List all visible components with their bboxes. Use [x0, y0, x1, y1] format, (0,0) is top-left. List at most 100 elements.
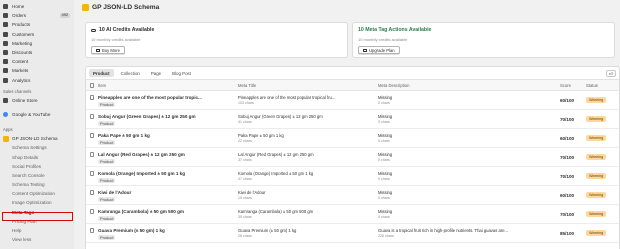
- sidebar-item-google-youtube[interactable]: Google & YouTube: [0, 110, 74, 119]
- table-row[interactable]: Kiwi de l'Adour Product Kiwi de l'Adour 15 …: [86, 186, 619, 205]
- item-name[interactable]: Guava Premium (± 50 gm) 1 kg: [98, 228, 228, 233]
- header-meta-description: Meta Description: [378, 82, 410, 88]
- sidebar-subitem-pricing-plan[interactable]: Pricing Plan: [0, 217, 74, 226]
- table-row[interactable]: Pineapples are one of the most popular t…: [86, 91, 619, 110]
- select-all-checkbox[interactable]: [89, 83, 95, 88]
- status-badge: Warning: [586, 134, 607, 141]
- meta-tag-actions-subtitle: 10 monthly credits available: [358, 37, 408, 42]
- table-row[interactable]: Guava Premium (± 50 gm) 1 kg Product Guava…: [86, 224, 619, 243]
- sidebar-subitem-schema-testing[interactable]: Schema Testing: [0, 180, 74, 189]
- sidebar-item-analytics[interactable]: Analytics: [0, 76, 74, 85]
- table-row[interactable]: Komola (Orange) Imported ± 50 gm 1 kg Pro…: [86, 167, 619, 186]
- sidebar-item-home[interactable]: Home: [0, 2, 74, 11]
- sidebar-item-markets[interactable]: Markets: [0, 66, 74, 75]
- sidebar-item-discounts[interactable]: Discounts: [0, 48, 74, 57]
- ai-credits-title: 10 AI Credits Available: [99, 27, 155, 33]
- meta-description-chars: 0 chars: [378, 158, 390, 162]
- status-badge: Warning: [586, 96, 607, 103]
- score-value: 85/100: [560, 230, 575, 236]
- row-checkbox[interactable]: [89, 228, 95, 233]
- sidebar-subitem-content-optimization[interactable]: Content Optimization: [0, 189, 74, 198]
- meta-description-value: Missing: [378, 208, 393, 214]
- link-icon: [91, 28, 96, 32]
- meta-description-chars: 0 chars: [378, 139, 390, 143]
- meta-description-chars: 0 chars: [378, 177, 390, 181]
- item-type-tag: Product: [98, 234, 116, 240]
- status-badge: Warning: [586, 229, 607, 236]
- meta-title-value: Komola (Orange) Imported ± 50 gm 1 kg: [238, 170, 314, 176]
- header-status: Status: [586, 82, 598, 88]
- buy-more-button[interactable]: Buy More: [91, 46, 125, 54]
- search-filter-button[interactable]: ⌕ ≡: [606, 70, 616, 77]
- table-row[interactable]: Paka Pape ± 50 gm 1 kg Product Paka Pape ±…: [86, 129, 619, 148]
- meta-title-chars: 37 chars: [238, 177, 252, 181]
- meta-description-value: Missing: [378, 132, 393, 138]
- sidebar-item-orders[interactable]: Orders 492: [0, 11, 74, 20]
- sidebar-subitem-view-less[interactable]: View less: [0, 235, 74, 244]
- meta-title-chars: 22 chars: [238, 139, 252, 143]
- ai-credits-subtitle: 10 monthly credits available: [91, 37, 141, 42]
- status-badge: Warning: [586, 115, 607, 122]
- sidebar-item-content[interactable]: Content: [0, 57, 74, 66]
- meta-title-chars: 41 chars: [238, 120, 252, 124]
- tab-collection[interactable]: Collection: [117, 69, 144, 77]
- tab-blog-post[interactable]: Blog Post: [168, 69, 195, 77]
- sidebar: Home Orders 492 Products Customers Marketing D…: [0, 0, 74, 249]
- meta-description-value: Missing: [378, 189, 393, 195]
- table-row[interactable]: Sobuj Angur (Green Grapes) ± 12 gm 250 g…: [86, 110, 619, 129]
- meta-description-value: Missing: [378, 170, 393, 176]
- row-checkbox[interactable]: [89, 95, 95, 100]
- sidebar-subitem-meta-tags[interactable]: Meta Tags: [0, 208, 74, 217]
- sidebar-item-online-store[interactable]: Online Store: [0, 96, 74, 105]
- meta-title-chars: 15 chars: [238, 196, 252, 200]
- sidebar-subitem-shop-details[interactable]: Shop Details: [0, 152, 74, 161]
- row-checkbox[interactable]: [89, 171, 95, 176]
- sidebar-subitem-search-console[interactable]: Search Console: [0, 171, 74, 180]
- item-name[interactable]: Pineapples are one of the most popular t…: [98, 95, 228, 100]
- resource-tabs: Product Collection Page Blog Post ⌕ ≡: [86, 67, 619, 80]
- item-type-tag: Product: [98, 101, 116, 107]
- sidebar-item-app[interactable]: GP JSON-LD Schema: [0, 134, 74, 143]
- row-checkbox[interactable]: [89, 114, 95, 119]
- meta-tag-actions-card: 10 Meta Tag Actions Available 10 monthly…: [352, 22, 615, 58]
- item-type-tag: Product: [98, 158, 116, 164]
- app-logo-icon: [3, 135, 9, 142]
- item-name[interactable]: Kamranga (Carambola) ± 50 gm 500 gm: [98, 209, 228, 214]
- row-checkbox[interactable]: [89, 190, 95, 195]
- meta-tags-table-card: Product Collection Page Blog Post ⌕ ≡ Ite…: [85, 66, 620, 249]
- sidebar-item-marketing[interactable]: Marketing: [0, 39, 74, 48]
- table-row[interactable]: Kamranga (Carambola) ± 50 gm 500 gm Produ…: [86, 205, 619, 224]
- meta-description-chars: 0 chars: [378, 196, 390, 200]
- table-header: Item Meta Title Meta Description Score S…: [86, 80, 619, 91]
- row-checkbox[interactable]: [89, 209, 95, 214]
- score-value: 60/100: [560, 192, 575, 198]
- upgrade-plan-button[interactable]: Upgrade Plan: [358, 46, 400, 54]
- row-checkbox[interactable]: [89, 133, 95, 138]
- meta-title-value: Lal Angur (Red Grapes) ± 12 gm 250 gm: [238, 151, 314, 157]
- status-badge: Warning: [586, 210, 607, 217]
- sidebar-subitem-help[interactable]: Help: [0, 226, 74, 235]
- credits-cards: 10 AI Credits Available 10 monthly credi…: [85, 22, 615, 58]
- meta-title-chars: 103 chars: [238, 101, 254, 105]
- sidebar-subitem-schema-settings[interactable]: Schema Settings: [0, 143, 74, 152]
- tab-page[interactable]: Page: [147, 69, 165, 77]
- item-name[interactable]: Sobuj Angur (Green Grapes) ± 12 gm 250 g…: [98, 114, 228, 119]
- item-type-tag: Product: [98, 120, 116, 126]
- item-name[interactable]: Lal Angur (Red Grapes) ± 12 gm 250 gm: [98, 152, 228, 157]
- table-row[interactable]: Lal Angur (Red Grapes) ± 12 gm 250 gm Pro…: [86, 148, 619, 167]
- score-value: 60/100: [560, 135, 575, 141]
- item-name[interactable]: Kiwi de l'Adour: [98, 190, 228, 195]
- sidebar-subitem-image-optimization[interactable]: Image Optimization: [0, 198, 74, 207]
- meta-title-chars: 35 chars: [238, 215, 252, 219]
- sidebar-item-products[interactable]: Products: [0, 20, 74, 29]
- item-name[interactable]: Paka Pape ± 50 gm 1 kg: [98, 133, 228, 138]
- meta-title-value: Guava Premium (± 50 gm) 1 kg: [238, 227, 297, 233]
- discount-icon: [3, 50, 8, 56]
- tab-product[interactable]: Product: [89, 69, 114, 77]
- row-checkbox[interactable]: [89, 152, 95, 157]
- item-type-tag: Product: [98, 196, 116, 202]
- main-content: GP JSON-LD Schema 10 AI Credits Availabl…: [82, 0, 620, 249]
- item-name[interactable]: Komola (Orange) Imported ± 50 gm 1 kg: [98, 171, 228, 176]
- sidebar-subitem-social-profiles[interactable]: Social Profiles: [0, 162, 74, 171]
- sidebar-item-customers[interactable]: Customers: [0, 30, 74, 39]
